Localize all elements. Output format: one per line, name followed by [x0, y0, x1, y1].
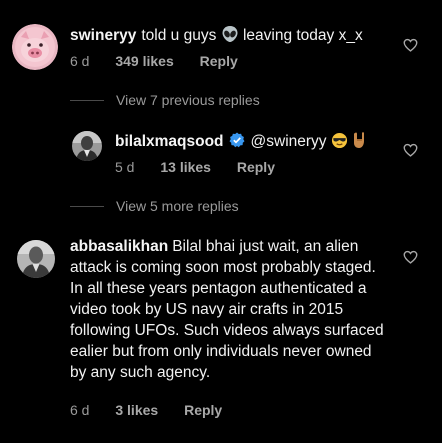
divider-line	[70, 99, 104, 101]
comment-abbasalikhan: abbasalikhan Bilal bhai just wait, an ali…	[0, 228, 442, 428]
comment-body: Bilal bhai just wait, an alien attack is…	[70, 238, 384, 381]
reply-button[interactable]: Reply	[200, 53, 238, 69]
avatar-swineryy[interactable]	[12, 24, 58, 70]
person-photo-icon	[72, 131, 102, 161]
comment-text: abbasalikhan Bilal bhai just wait, an ali…	[70, 236, 392, 383]
view-replies-label: View 7 previous replies	[116, 92, 260, 108]
comment-text-part: leaving today x_x	[242, 27, 363, 44]
person-photo-icon	[17, 240, 55, 278]
likes-count[interactable]: 13 likes	[160, 159, 211, 175]
divider-line	[70, 205, 104, 207]
likes-count[interactable]: 349 likes	[115, 53, 173, 69]
pig-avatar-icon	[12, 24, 58, 70]
reply-button[interactable]: Reply	[237, 159, 275, 175]
reply-button[interactable]: Reply	[184, 402, 222, 418]
comment-text-part: told u guys	[141, 27, 217, 44]
comment-meta: 6 d 3 likes Reply	[70, 402, 244, 418]
avatar-bilalxmaqsood[interactable]	[72, 131, 102, 161]
view-previous-replies-button[interactable]: View 7 previous replies	[70, 92, 260, 108]
comment-age: 5 d	[115, 159, 135, 175]
likes-count[interactable]: 3 likes	[115, 402, 158, 418]
comment-meta: 6 d 349 likes Reply	[70, 53, 260, 69]
view-replies-label: View 5 more replies	[116, 198, 239, 214]
like-heart-icon[interactable]	[403, 250, 418, 269]
avatar-abbasalikhan[interactable]	[17, 240, 55, 278]
reply-text: bilalxmaqsood @swineryy	[115, 131, 368, 155]
sunglasses-emoji-icon	[331, 132, 348, 155]
like-heart-icon[interactable]	[403, 143, 418, 162]
like-heart-icon[interactable]	[403, 38, 418, 57]
rock-on-hand-emoji-icon	[352, 131, 368, 155]
username[interactable]: abbasalikhan	[70, 238, 168, 255]
username[interactable]: swineryy	[70, 27, 136, 44]
verified-badge-icon	[229, 132, 245, 154]
mention-link[interactable]: @swineryy	[251, 133, 327, 150]
comment-text: swineryy told u guys leaving today x_x	[70, 25, 400, 49]
comment-age: 6 d	[70, 53, 90, 69]
alien-emoji-icon	[221, 25, 239, 49]
comment-age: 6 d	[70, 402, 90, 418]
view-more-replies-button[interactable]: View 5 more replies	[70, 198, 239, 214]
reply-meta: 5 d 13 likes Reply	[115, 159, 297, 175]
comment-swineryy: swineryy told u guys leaving today x_x 6 …	[0, 0, 442, 90]
comment-bilalxmaqsood: bilalxmaqsood @swineryy 5 d 13 likes Rep…	[0, 120, 442, 190]
username[interactable]: bilalxmaqsood	[115, 133, 224, 150]
